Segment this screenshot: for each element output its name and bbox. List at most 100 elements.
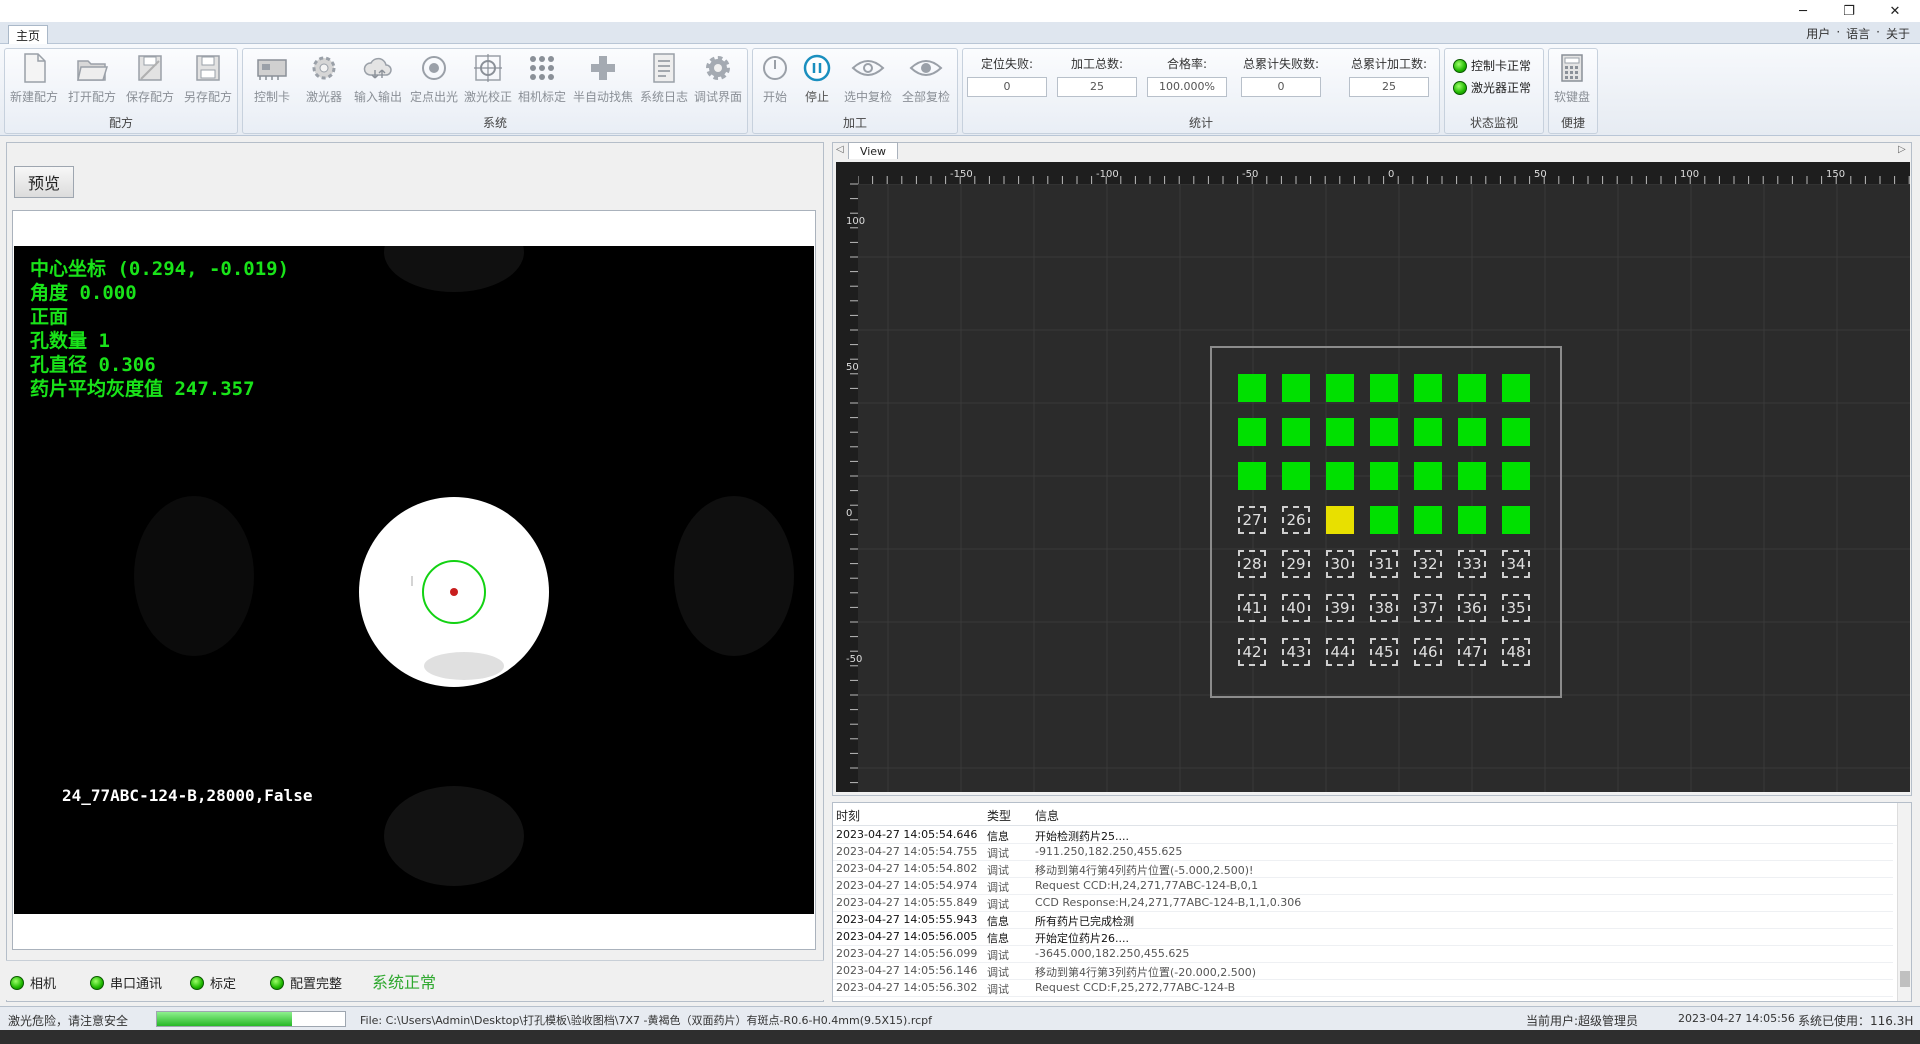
pill-cell-done[interactable] xyxy=(1370,506,1398,534)
minimize-button[interactable]: ─ xyxy=(1780,0,1826,22)
pill-cell-done[interactable] xyxy=(1414,374,1442,402)
pill-cell-done[interactable] xyxy=(1502,374,1530,402)
save-as-recipe-button[interactable]: 另存配方 xyxy=(181,51,235,109)
semi-auto-focus-button[interactable]: 半自动找焦 xyxy=(571,51,635,109)
view-scroll-right-icon[interactable]: ▷ xyxy=(1898,144,1906,155)
pill-cell-done[interactable] xyxy=(1414,462,1442,490)
laser-button[interactable]: 激光器 xyxy=(297,51,351,109)
pill-cell-pending[interactable]: 32 xyxy=(1414,550,1442,578)
pill-cell-pending[interactable]: 45 xyxy=(1370,638,1398,666)
recheck-all-button[interactable]: 全部复检 xyxy=(899,51,953,109)
pill-cell-pending[interactable]: 44 xyxy=(1326,638,1354,666)
current-user: 当前用户:超级管理员 xyxy=(1526,1014,1639,1028)
pill-cell-pending[interactable]: 36 xyxy=(1458,594,1486,622)
log-row[interactable]: 2023-04-27 14:05:54.755 调试 -911.250,182.25… xyxy=(833,844,1893,861)
menu-language[interactable]: 语言 xyxy=(1846,25,1870,42)
restore-button[interactable]: ❐ xyxy=(1826,0,1872,22)
calculator-icon xyxy=(1555,51,1589,85)
pill-cell-pending[interactable]: 37 xyxy=(1414,594,1442,622)
preview-button[interactable]: 预览 xyxy=(14,166,74,198)
system-log-button[interactable]: 系统日志 xyxy=(637,51,691,109)
pill-cell-done[interactable] xyxy=(1502,506,1530,534)
new-recipe-button[interactable]: 新建配方 xyxy=(7,51,61,109)
pill-cell-done[interactable] xyxy=(1326,418,1354,446)
view-scroll-left-icon[interactable]: ◁ xyxy=(836,144,844,155)
pill-cell-done[interactable] xyxy=(1502,418,1530,446)
start-button[interactable]: 开始 xyxy=(753,51,797,109)
pill-cell-done[interactable] xyxy=(1458,462,1486,490)
status-ok-icon xyxy=(190,975,204,990)
pill-cell-done[interactable] xyxy=(1458,418,1486,446)
pill-cell-pending[interactable]: 43 xyxy=(1282,638,1310,666)
pill-cell-pending[interactable]: 35 xyxy=(1502,594,1530,622)
pill-cell-pending[interactable]: 30 xyxy=(1326,550,1354,578)
pill-cell-done[interactable] xyxy=(1326,374,1354,402)
menu-about[interactable]: 关于 xyxy=(1886,25,1910,42)
pill-cell-done[interactable] xyxy=(1370,462,1398,490)
y-tick-label: 50 xyxy=(846,362,859,373)
save-recipe-button[interactable]: 保存配方 xyxy=(123,51,177,109)
pill-cell-pending[interactable]: 47 xyxy=(1458,638,1486,666)
pill-cell-pending[interactable]: 26 xyxy=(1282,506,1310,534)
pill-cell-done[interactable] xyxy=(1370,374,1398,402)
pill-cell-done[interactable] xyxy=(1238,374,1266,402)
log-scrollbar[interactable] xyxy=(1897,803,1911,1001)
log-row[interactable]: 2023-04-27 14:05:54.646 信息 开始检测药片25.... xyxy=(833,827,1893,844)
log-row[interactable]: 2023-04-27 14:05:54.974 调试 Request CCD:H,2… xyxy=(833,878,1893,895)
camera-calibration-button[interactable]: 相机标定 xyxy=(515,51,569,109)
pill-cell-done[interactable] xyxy=(1282,374,1310,402)
pill-cell-done[interactable] xyxy=(1414,418,1442,446)
pill-cell-pending[interactable]: 41 xyxy=(1238,594,1266,622)
pill-cell-pending[interactable]: 33 xyxy=(1458,550,1486,578)
io-button[interactable]: 输入输出 xyxy=(351,51,405,109)
pill-cell-pending[interactable]: 31 xyxy=(1370,550,1398,578)
pill-cell-number: 46 xyxy=(1418,643,1438,661)
x-tick-label: 100 xyxy=(1680,169,1700,180)
recheck-selected-button[interactable]: 选中复检 xyxy=(841,51,895,109)
log-document-icon xyxy=(647,51,681,85)
control-card-button[interactable]: 控制卡 xyxy=(245,51,299,109)
pill-cell-pending[interactable]: 46 xyxy=(1414,638,1442,666)
overlay-angle: 角度 0.000 xyxy=(30,282,137,304)
pill-cell-pending[interactable]: 40 xyxy=(1282,594,1310,622)
log-row[interactable]: 2023-04-27 14:05:56.099 调试 -3645.000,182.2… xyxy=(833,946,1893,963)
menu-user[interactable]: 用户 xyxy=(1806,25,1830,42)
pill-cell-done[interactable] xyxy=(1502,462,1530,490)
tab-home[interactable]: 主页 xyxy=(8,25,48,44)
debug-ui-button[interactable]: 调试界面 xyxy=(691,51,745,109)
close-button[interactable]: ✕ xyxy=(1872,0,1918,22)
log-row[interactable]: 2023-04-27 14:05:55.943 信息 所有药片已完成检测 xyxy=(833,912,1893,929)
pill-cell-pending[interactable]: 38 xyxy=(1370,594,1398,622)
pill-cell-done[interactable] xyxy=(1282,462,1310,490)
pill-cell-pending[interactable]: 42 xyxy=(1238,638,1266,666)
log-row[interactable]: 2023-04-27 14:05:56.005 信息 开始定位药片26.... xyxy=(833,929,1893,946)
pill-cell-done[interactable] xyxy=(1414,506,1442,534)
pill-cell-pending[interactable]: 48 xyxy=(1502,638,1530,666)
laser-calibration-button[interactable]: 激光校正 xyxy=(461,51,515,109)
pill-cell-done[interactable] xyxy=(1326,462,1354,490)
pill-cell-done[interactable] xyxy=(1238,418,1266,446)
log-row[interactable]: 2023-04-27 14:05:55.849 调试 CCD Response:H,… xyxy=(833,895,1893,912)
pill-cell-done[interactable] xyxy=(1282,418,1310,446)
pill-cell-done[interactable] xyxy=(1458,506,1486,534)
x-tick-label: 150 xyxy=(1826,169,1846,180)
pill-cell-pending[interactable]: 27 xyxy=(1238,506,1266,534)
group-label-process: 加工 xyxy=(842,116,867,130)
pill-cell-done[interactable] xyxy=(1458,374,1486,402)
log-row[interactable]: 2023-04-27 14:05:56.146 调试 移动到第4行第3列药片位置(-… xyxy=(833,963,1893,980)
pill-cell-done[interactable] xyxy=(1370,418,1398,446)
stop-button[interactable]: 停止 xyxy=(795,51,839,109)
log-scrollbar-thumb[interactable] xyxy=(1900,971,1910,987)
log-row[interactable]: 2023-04-27 14:05:54.802 调试 移动到第4行第4列药片位置(-… xyxy=(833,861,1893,878)
pill-cell-done[interactable] xyxy=(1238,462,1266,490)
log-row[interactable]: 2023-04-27 14:05:56.302 调试 Request CCD:F,2… xyxy=(833,980,1893,997)
pill-cell-pending[interactable]: 39 xyxy=(1326,594,1354,622)
open-recipe-button[interactable]: 打开配方 xyxy=(65,51,119,109)
pill-cell-current[interactable] xyxy=(1326,506,1354,534)
soft-keyboard-button[interactable]: 软键盘 xyxy=(1547,51,1597,109)
tab-view[interactable]: View xyxy=(848,142,898,159)
pill-cell-pending[interactable]: 29 xyxy=(1282,550,1310,578)
pill-cell-pending[interactable]: 28 xyxy=(1238,550,1266,578)
pill-cell-pending[interactable]: 34 xyxy=(1502,550,1530,578)
fixed-point-fire-button[interactable]: 定点出光 xyxy=(407,51,461,109)
